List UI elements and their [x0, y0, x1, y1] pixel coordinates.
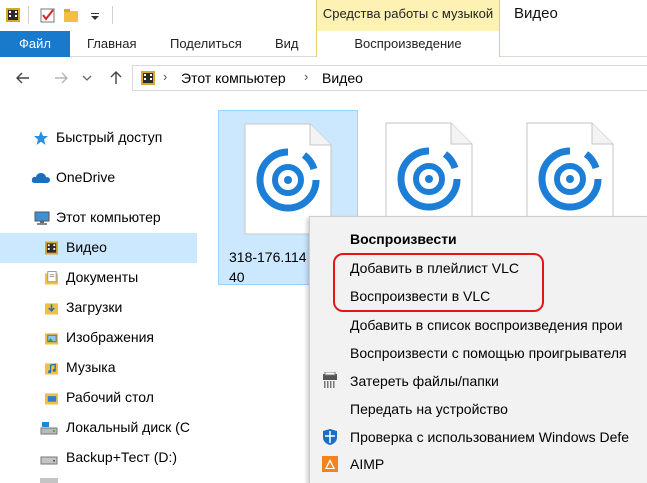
- sidebar-item-documents[interactable]: Документы: [0, 264, 197, 292]
- sidebar-item-label: Локальный диск (C: [66, 419, 190, 435]
- menu-item-label: Воспроизвести: [350, 231, 457, 247]
- shredder-icon: [323, 372, 337, 388]
- sidebar-item-label: Быстрый доступ: [56, 129, 163, 145]
- back-button[interactable]: [12, 67, 34, 89]
- video-folder-icon: [45, 241, 58, 255]
- shield-icon: [323, 429, 337, 445]
- navigation-pane: Быстрый доступ OneDrive Этот компьютер В…: [0, 98, 197, 483]
- sidebar-item-label: OneDrive: [56, 169, 116, 185]
- sidebar-item-videos[interactable]: Видео: [0, 233, 197, 263]
- chevron-down-icon: [82, 75, 92, 81]
- sidebar-item-this-pc[interactable]: Этот компьютер: [0, 204, 197, 232]
- music-tools-context-tab[interactable]: Средства работы с музыкой: [316, 0, 500, 31]
- menu-item-cast-to-device[interactable]: Передать на устройство: [310, 395, 647, 423]
- window-title: Видео: [514, 5, 558, 22]
- sidebar-item-label: Изображения: [66, 329, 154, 345]
- sidebar-item-label: Документы: [66, 269, 139, 285]
- new-folder-icon[interactable]: [64, 7, 78, 23]
- menu-item-label: Затереть файлы/папки: [350, 373, 499, 389]
- tab-share[interactable]: Поделиться: [170, 31, 242, 57]
- menu-item-label: Проверка с использованием Windows Defe: [350, 429, 630, 445]
- local-disk-icon: [40, 422, 58, 435]
- sidebar-item-downloads[interactable]: Загрузки: [0, 294, 197, 322]
- menu-item-label: Добавить в список воспроизведения прои: [350, 317, 623, 333]
- sidebar-item-backup-d[interactable]: Backup+Тест (D:): [0, 444, 197, 472]
- ribbon-tabs: Файл Главная Поделиться Вид Воспроизведе…: [0, 31, 647, 57]
- folder-icon: [6, 8, 20, 22]
- tab-file[interactable]: Файл: [0, 31, 70, 57]
- file-name[interactable]: 318-176.114 40: [229, 247, 307, 287]
- menu-item-play-with-wmp[interactable]: Воспроизвести с помощью проигрывателя: [310, 339, 647, 367]
- drive-icon: [40, 478, 58, 483]
- sidebar-item-label: Музыка: [66, 359, 116, 375]
- menu-item-label: Передать на устройство: [350, 401, 508, 417]
- annotation-highlight: [333, 253, 544, 312]
- toolbar-separator: [112, 6, 113, 24]
- menu-item-label: AIMP: [350, 456, 385, 472]
- menu-item-add-to-wmp-list[interactable]: Добавить в список воспроизведения прои: [310, 311, 647, 339]
- sidebar-item-local-disk-c[interactable]: Локальный диск (C: [0, 414, 197, 442]
- music-folder-icon: [45, 363, 58, 375]
- desktop-folder-icon: [45, 393, 58, 405]
- breadcrumb-this-pc[interactable]: Этот компьютер: [181, 70, 286, 86]
- video-folder-icon: [141, 71, 155, 85]
- sidebar-item-label: Этот компьютер: [56, 209, 161, 225]
- address-bar: › Этот компьютер › Видео: [0, 58, 647, 98]
- forward-button[interactable]: [50, 67, 72, 89]
- sidebar-item-label: Backup+Тест (D:): [66, 449, 178, 465]
- pictures-folder-icon: [45, 333, 58, 345]
- toolbar-separator: [28, 6, 29, 24]
- menu-item-label: Воспроизвести с помощью проигрывателя: [350, 345, 627, 361]
- up-button[interactable]: [105, 67, 127, 89]
- star-icon: [34, 131, 48, 145]
- arrow-right-icon: [55, 72, 68, 84]
- cloud-icon: [31, 173, 50, 183]
- sidebar-item-label: Видео: [66, 239, 107, 255]
- chevron-right-icon[interactable]: ›: [163, 69, 167, 84]
- tab-view[interactable]: Вид: [275, 31, 299, 57]
- address-input[interactable]: › Этот компьютер › Видео: [132, 65, 647, 91]
- sidebar-item-label: Рабочий стол: [66, 389, 154, 405]
- sidebar-item-desktop[interactable]: Рабочий стол: [0, 384, 197, 412]
- menu-item-aimp[interactable]: AIMP: [310, 450, 647, 478]
- recent-locations-button[interactable]: [80, 67, 94, 89]
- drive-icon: [40, 456, 58, 465]
- arrow-left-icon: [16, 72, 29, 84]
- documents-folder-icon: [45, 271, 58, 285]
- sidebar-item-pictures[interactable]: Изображения: [0, 324, 197, 352]
- customize-qat-icon[interactable]: [90, 7, 100, 23]
- downloads-folder-icon: [45, 303, 58, 315]
- sidebar-item-label: Загрузки: [66, 299, 123, 315]
- computer-icon: [34, 211, 50, 225]
- title-bar: Средства работы с музыкой Видео: [0, 0, 647, 31]
- sidebar-item-partial[interactable]: [0, 474, 197, 483]
- sidebar-item-music[interactable]: Музыка: [0, 354, 197, 382]
- menu-item-shred-files[interactable]: Затереть файлы/папки: [310, 367, 647, 395]
- breadcrumb-videos[interactable]: Видео: [322, 70, 363, 86]
- sidebar-item-onedrive[interactable]: OneDrive: [0, 164, 197, 192]
- menu-item-scan-defender[interactable]: Проверка с использованием Windows Defe: [310, 423, 647, 451]
- arrow-up-icon: [110, 71, 122, 84]
- properties-icon[interactable]: [40, 7, 56, 23]
- menu-item-play[interactable]: Воспроизвести: [310, 225, 647, 253]
- tab-playback[interactable]: Воспроизведение: [316, 31, 500, 57]
- tab-home[interactable]: Главная: [87, 31, 136, 57]
- aimp-icon: [322, 456, 338, 472]
- sidebar-item-quick-access[interactable]: Быстрый доступ: [0, 124, 197, 152]
- chevron-right-icon[interactable]: ›: [304, 69, 308, 84]
